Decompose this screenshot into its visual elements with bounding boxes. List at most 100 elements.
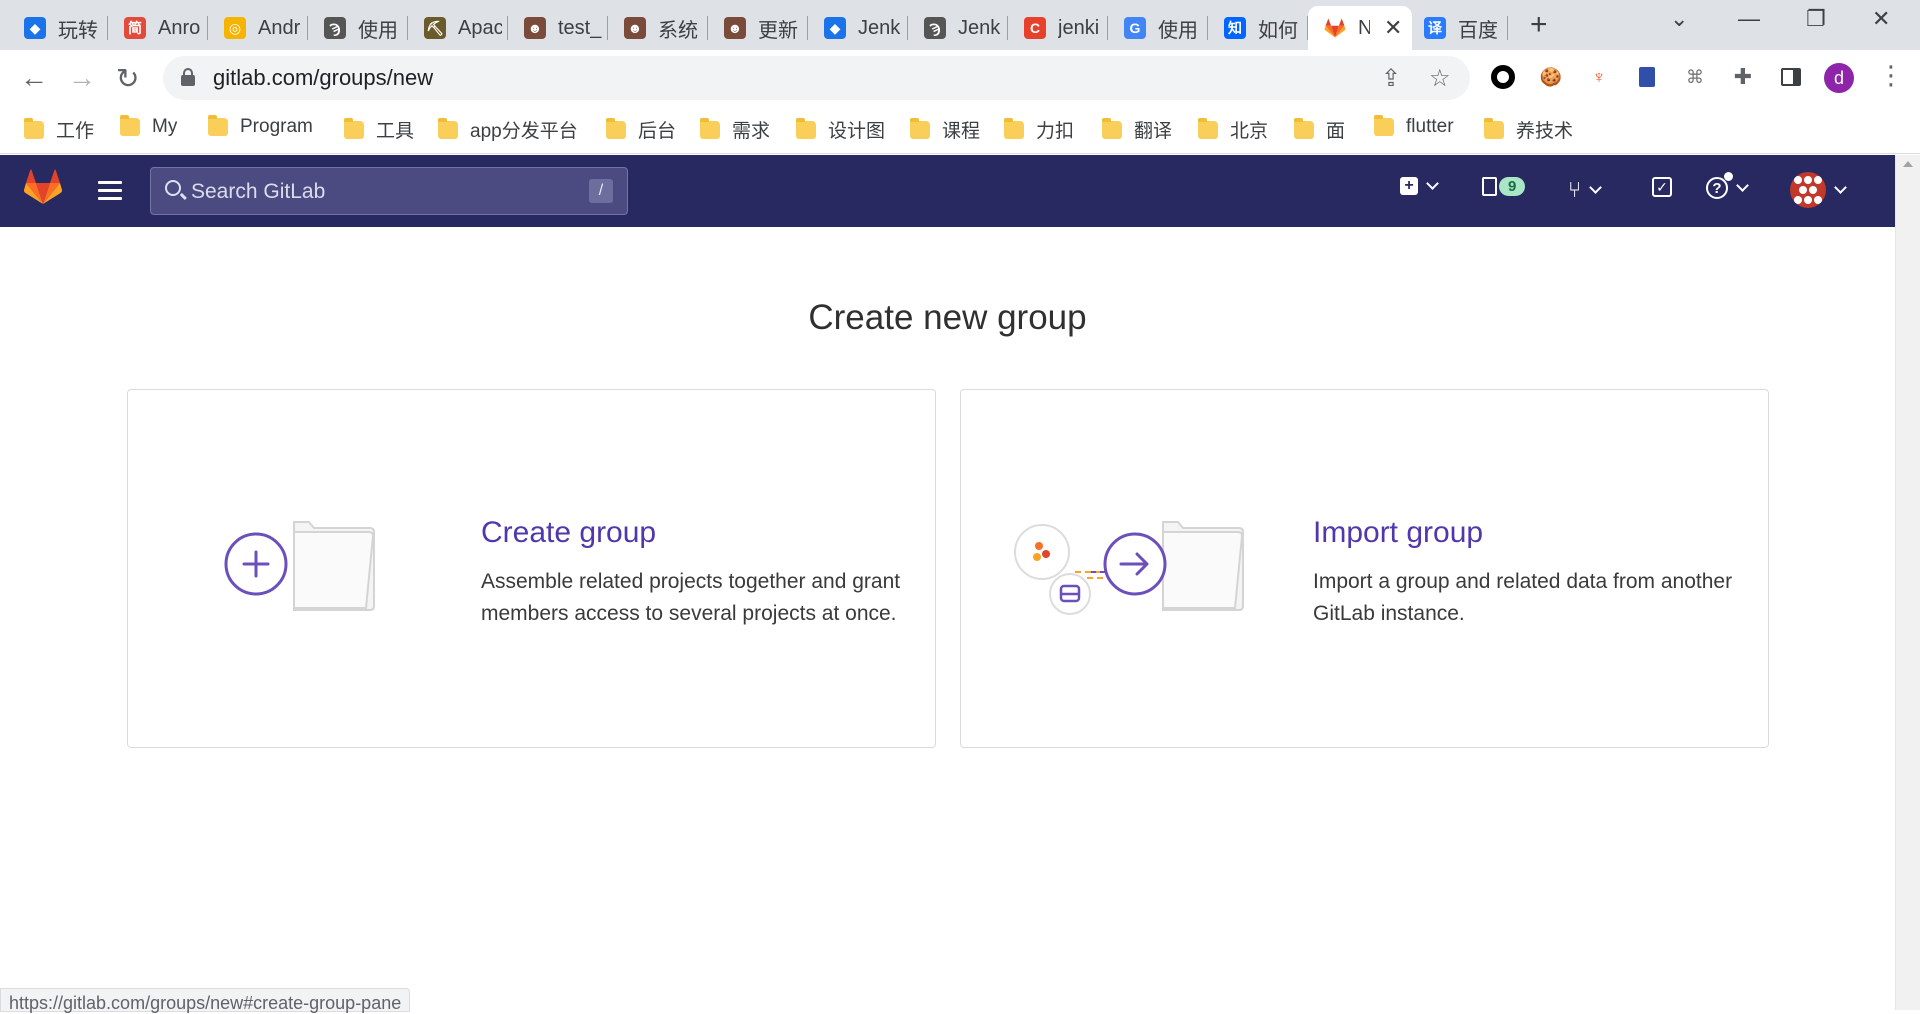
forward-icon[interactable]: →	[68, 62, 96, 94]
extension-circle-icon[interactable]	[1490, 64, 1516, 90]
tab-title: Anro	[158, 16, 201, 39]
new-tab-button[interactable]: +	[1530, 8, 1548, 42]
bookmark-item[interactable]: 力扣	[1004, 116, 1074, 143]
folder-icon	[1484, 117, 1504, 139]
bookmark-item[interactable]: 翻译	[1102, 116, 1172, 143]
browser-tab[interactable]: ◆ Jenk	[808, 6, 908, 50]
chevron-down-icon	[1736, 178, 1749, 192]
address-bar[interactable]: gitlab.com/groups/new ⇪ ☆	[163, 56, 1470, 100]
browser-tab[interactable]: 简 Anro	[108, 6, 208, 50]
main-menu-icon[interactable]	[98, 181, 122, 205]
browser-tab[interactable]: G 使用	[1108, 6, 1208, 50]
reload-icon[interactable]: ↻	[116, 62, 139, 95]
browser-tab[interactable]: Ϡ 使用	[308, 6, 408, 50]
browser-tab[interactable]: Ϡ Jenk	[908, 6, 1008, 50]
bookmark-item[interactable]: 北京	[1198, 116, 1268, 143]
url-text[interactable]: gitlab.com/groups/new	[213, 65, 433, 91]
window-close-icon[interactable]: ✕	[1872, 6, 1890, 32]
user-menu-dropdown[interactable]	[1790, 172, 1847, 208]
extension-gitzip-icon[interactable]: ⌘	[1682, 64, 1708, 90]
bookmark-item[interactable]: 面	[1294, 116, 1345, 143]
bookmark-item[interactable]: 工具	[344, 116, 414, 143]
extension-blue-icon[interactable]	[1634, 64, 1660, 90]
tab-divider	[1507, 16, 1508, 40]
search-input[interactable]: Search GitLab /	[150, 167, 628, 215]
page-scrollbar[interactable]	[1895, 155, 1920, 1010]
folder-icon	[910, 117, 930, 139]
bookmark-item[interactable]: 工作	[24, 116, 94, 143]
tab-title: 使用	[358, 19, 398, 42]
gitlab-logo-icon[interactable]	[23, 169, 63, 210]
chevron-down-icon	[1834, 180, 1847, 194]
bookmark-star-icon[interactable]: ☆	[1429, 64, 1451, 93]
bookmark-item[interactable]: My	[120, 115, 178, 138]
browser-tab[interactable]: ☻ 系统	[608, 6, 708, 50]
browser-tab[interactable]: ☻ 更新	[708, 6, 808, 50]
import-group-illustration	[1013, 520, 1263, 625]
bookmark-label: Program	[240, 116, 313, 137]
tab-favicon-icon: ☻	[724, 17, 746, 39]
bookmark-item[interactable]: 需求	[700, 116, 770, 143]
browser-tab[interactable]: ⛏ Apac	[408, 6, 508, 50]
minimize-icon[interactable]: —	[1738, 6, 1760, 32]
create-group-panel[interactable]: Create group Assemble related projects t…	[127, 389, 936, 748]
browser-menu-icon[interactable]: ⋮	[1878, 60, 1904, 91]
bookmark-label: 设计图	[828, 121, 886, 142]
extension-cookie-icon[interactable]: 🍪	[1538, 64, 1564, 90]
user-avatar	[1790, 172, 1826, 208]
bookmark-label: 工作	[56, 121, 95, 142]
help-dropdown[interactable]: ?	[1706, 172, 1749, 199]
chevron-down-icon	[1426, 176, 1439, 190]
folder-icon	[438, 117, 458, 139]
browser-tab[interactable]: 译百度	[1408, 6, 1508, 50]
todos-button[interactable]: ✓	[1652, 177, 1672, 197]
tab-favicon-icon: ⛏	[424, 17, 446, 39]
import-group-heading[interactable]: Import group	[1313, 516, 1483, 550]
todo-checkbox-icon: ✓	[1652, 177, 1672, 197]
bookmark-label: My	[152, 116, 178, 137]
tab-close-icon[interactable]: ✕	[1384, 15, 1402, 41]
folder-icon	[700, 117, 720, 139]
folder-icon	[796, 117, 816, 139]
profile-avatar[interactable]: d	[1824, 63, 1854, 93]
browser-tab[interactable]: ◎ Andr	[208, 6, 308, 50]
import-group-panel[interactable]: Import group Import a group and related …	[960, 389, 1769, 748]
new-item-dropdown[interactable]: +	[1400, 176, 1439, 195]
bookmark-item[interactable]: 养技术	[1484, 116, 1573, 143]
browser-tab[interactable]: ◆ 玩转	[8, 6, 108, 50]
create-group-heading[interactable]: Create group	[481, 516, 656, 550]
bookmarks-bar: 工作 My Program 工具 app分发平台 后台 需求 设计图 课程 力扣 翻译 北京 面 flut…	[0, 106, 1920, 154]
bookmark-label: app分发平台	[470, 121, 578, 142]
bookmark-label: 力扣	[1036, 121, 1075, 142]
restore-icon[interactable]: ❐	[1806, 6, 1826, 32]
browser-tab[interactable]: N ✕	[1308, 6, 1412, 50]
gitlab-top-bar: Search GitLab / + 9 ⑂ ✓ ?	[0, 155, 1895, 227]
browser-tab[interactable]: ☻ test_	[508, 6, 608, 50]
issues-button[interactable]: 9	[1482, 177, 1526, 196]
bookmark-item[interactable]: Program	[208, 115, 313, 138]
side-panel-icon[interactable]	[1778, 64, 1804, 90]
tab-search-icon[interactable]: ⌄	[1670, 6, 1688, 32]
folder-icon	[1198, 117, 1218, 139]
extension-sitemap-icon[interactable]: ♆	[1586, 64, 1612, 90]
bookmark-item[interactable]: 设计图	[796, 116, 885, 143]
bookmark-item[interactable]: 后台	[606, 116, 676, 143]
back-icon[interactable]: ←	[20, 62, 48, 94]
merge-requests-dropdown[interactable]: ⑂	[1568, 177, 1603, 203]
browser-tab[interactable]: 知如何	[1208, 6, 1308, 50]
extensions-puzzle-icon[interactable]: ✚	[1730, 64, 1756, 90]
folder-icon	[24, 117, 44, 139]
tab-title: Andr	[258, 16, 301, 39]
import-group-description: Import a group and related data from ano…	[1313, 570, 1733, 625]
tab-favicon-icon: G	[1124, 17, 1146, 39]
bookmark-item[interactable]: 课程	[910, 116, 980, 143]
share-icon[interactable]: ⇪	[1381, 64, 1401, 93]
tab-title: test_	[558, 16, 602, 39]
browser-tab[interactable]: Cjenki	[1008, 6, 1108, 50]
search-icon	[165, 180, 181, 196]
scroll-up-icon[interactable]	[1903, 161, 1913, 167]
bookmark-item[interactable]: flutter	[1374, 115, 1454, 138]
tab-title: Jenk	[858, 16, 901, 39]
folder-icon	[344, 117, 364, 139]
bookmark-item[interactable]: app分发平台	[438, 116, 578, 143]
